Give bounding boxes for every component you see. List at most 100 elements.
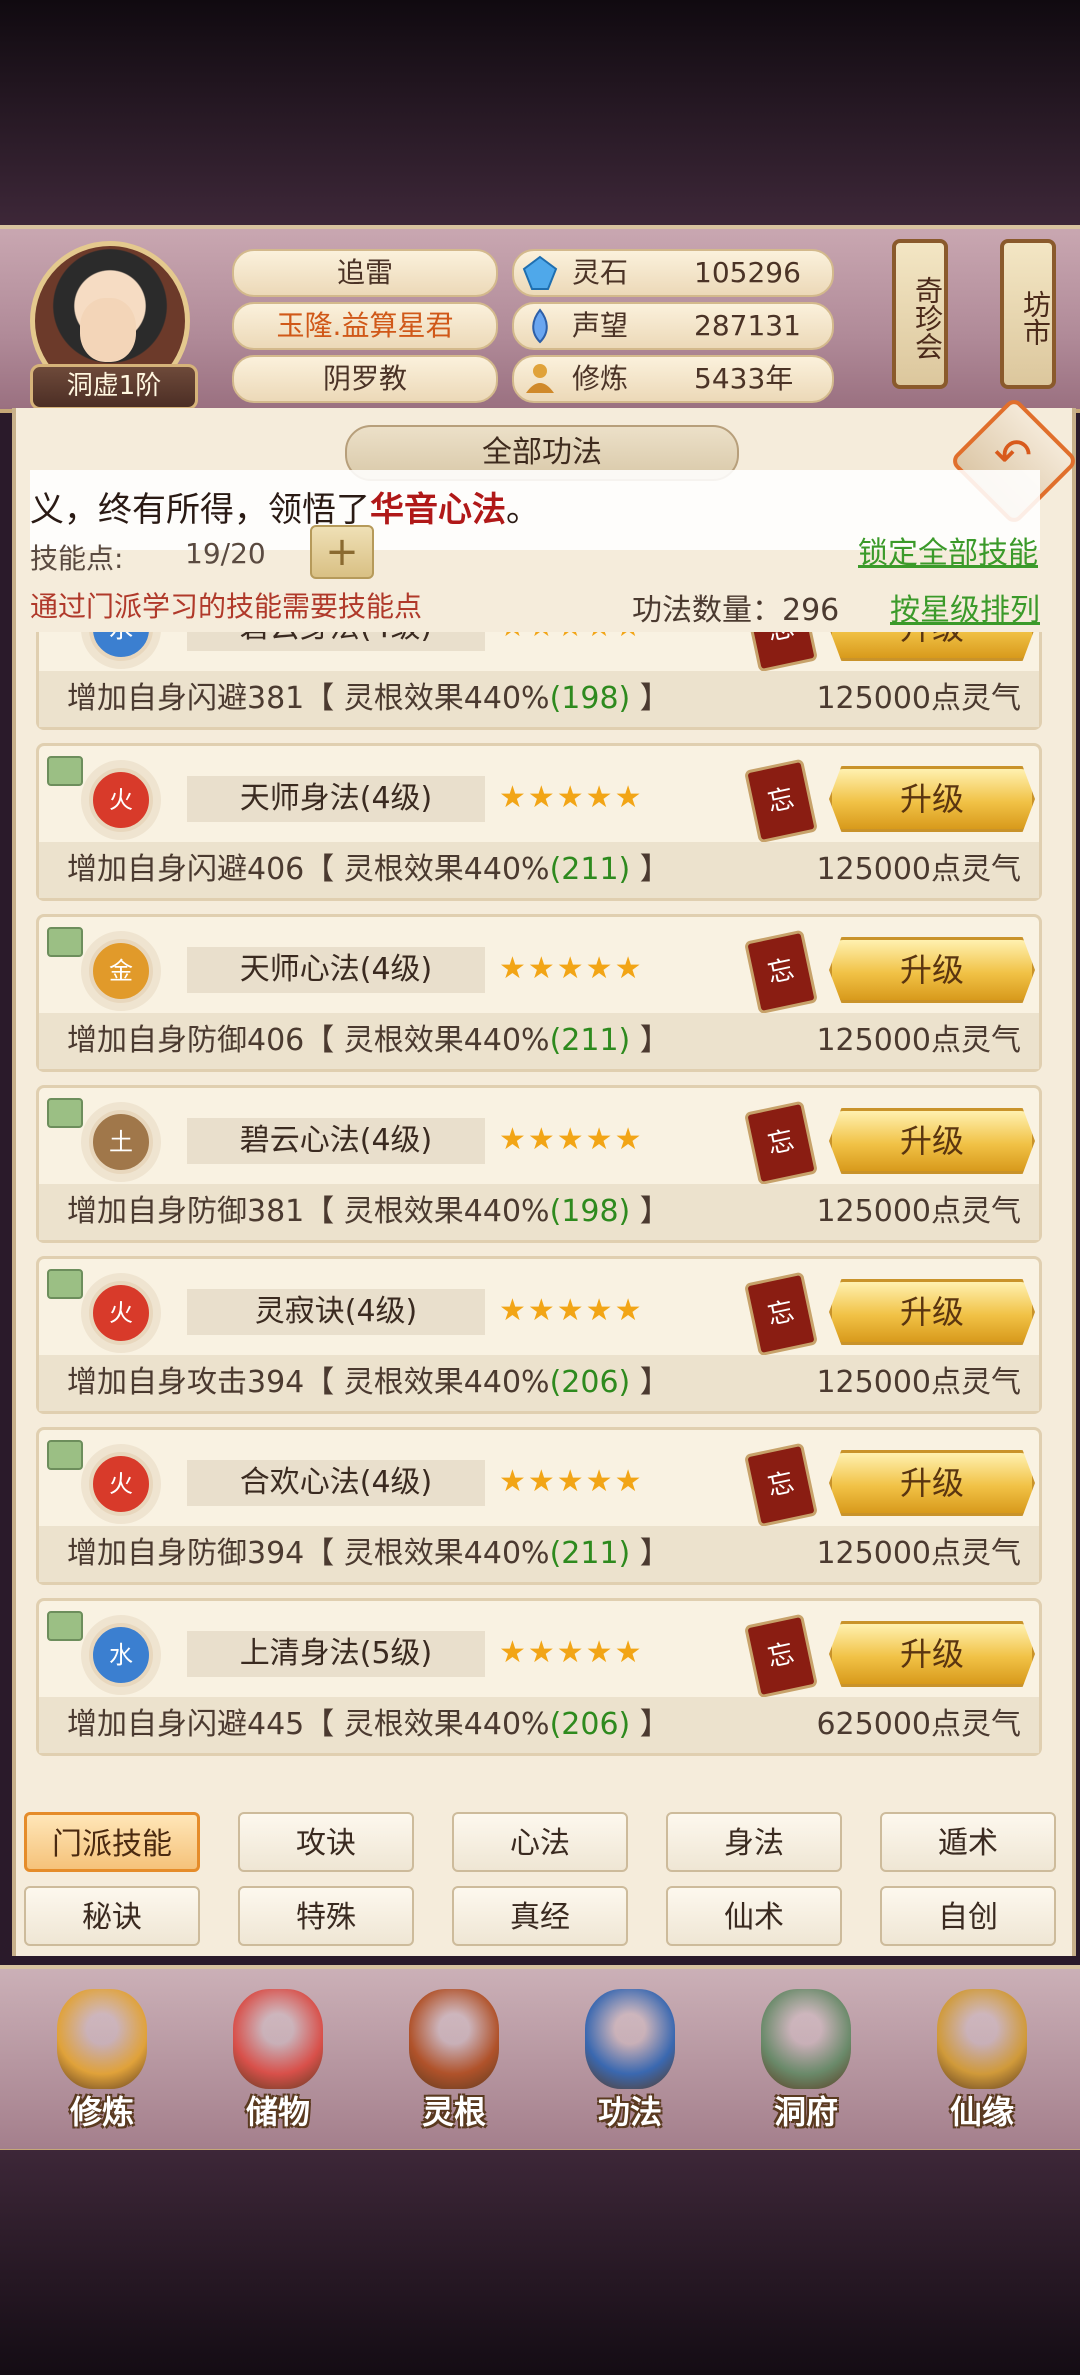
star-rating: ★★★★★ [499, 951, 644, 986]
technique-header: 火 合欢心法(4级) ★★★★★ 忘 升级 [39, 1430, 1039, 1528]
element-badge-icon: 水 [89, 1623, 153, 1687]
upgrade-button[interactable]: 升级 [829, 632, 1035, 661]
element-badge-icon: 火 [89, 1452, 153, 1516]
forget-button[interactable]: 忘 [743, 758, 819, 844]
nav-item[interactable]: 储物 [198, 1969, 358, 2149]
technique-effect-row: 增加自身攻击394【 灵根效果440%(206) 】 125000点灵气 [39, 1355, 1039, 1411]
nav-item[interactable]: 灵根 [374, 1969, 534, 2149]
forget-button[interactable]: 忘 [743, 1613, 819, 1699]
technique-effect-row: 增加自身防御381【 灵根效果440%(198) 】 125000点灵气 [39, 1184, 1039, 1240]
upgrade-button[interactable]: 升级 [829, 1450, 1035, 1516]
nav-label: 洞府 [773, 2093, 838, 2131]
category-tab[interactable]: 秘诀 [24, 1886, 200, 1946]
technique-name: 上清身法(5级) [187, 1631, 485, 1677]
technique-list[interactable]: 水 碧云身法(4级) ★★★★★ 忘 升级 增加自身闪避381【 灵根效果440… [36, 632, 1044, 1790]
nav-item[interactable]: 洞府 [726, 1969, 886, 2149]
upgrade-cost: 125000点灵气 [816, 852, 1021, 887]
skill-point-hint: 通过门派学习的技能需要技能点 [30, 590, 423, 623]
gourd-icon [937, 1989, 1027, 2089]
player-sect: 阴罗教 [232, 355, 498, 403]
technique-name: 天师心法(4级) [187, 947, 485, 993]
lock-icon[interactable] [47, 756, 83, 786]
lock-icon[interactable] [47, 1098, 83, 1128]
upgrade-cost: 625000点灵气 [816, 1707, 1021, 1742]
technique-effect: 增加自身防御394【 灵根效果440%(211) 】 [67, 1536, 670, 1571]
storage-bag-icon [233, 1989, 323, 2089]
lock-icon[interactable] [47, 1440, 83, 1470]
player-title[interactable]: 玉隆.益算星君 [232, 302, 498, 350]
star-rating: ★★★★★ [499, 1464, 644, 1499]
technique-header: 水 上清身法(5级) ★★★★★ 忘 升级 [39, 1601, 1039, 1699]
upgrade-button[interactable]: 升级 [829, 1279, 1035, 1345]
technique-card: 火 灵寂诀(4级) ★★★★★ 忘 升级 增加自身攻击394【 灵根效果440%… [36, 1256, 1042, 1414]
cultivate-icon [57, 1989, 147, 2089]
upgrade-cost: 125000点灵气 [816, 1365, 1021, 1400]
lock-all-skills-link[interactable]: 锁定全部技能 [858, 528, 1038, 572]
add-skill-point-button[interactable]: + [310, 525, 374, 579]
star-rating: ★★★★★ [499, 632, 643, 644]
technique-effect: 增加自身闪避381【 灵根效果440%(198) 】 [67, 681, 670, 716]
forget-button[interactable]: 忘 [743, 929, 819, 1015]
technique-count: 功法数量：296 [632, 593, 840, 628]
technique-effect: 增加自身闪避406【 灵根效果440%(211) 】 [67, 852, 670, 887]
technique-header: 火 灵寂诀(4级) ★★★★★ 忘 升级 [39, 1259, 1039, 1357]
lock-icon[interactable] [47, 927, 83, 957]
technique-card: 水 上清身法(5级) ★★★★★ 忘 升级 增加自身闪避445【 灵根效果440… [36, 1598, 1042, 1756]
category-tab[interactable]: 心法 [452, 1812, 628, 1872]
resource-spirit-stone: 灵石 105296 [512, 249, 834, 297]
category-tab[interactable]: 身法 [666, 1812, 842, 1872]
technique-effect-row: 增加自身防御406【 灵根效果440%(211) 】 125000点灵气 [39, 1013, 1039, 1069]
upgrade-cost: 125000点灵气 [816, 681, 1021, 716]
forget-button[interactable]: 忘 [743, 1442, 819, 1528]
category-tab[interactable]: 门派技能 [24, 1812, 200, 1872]
category-tab[interactable]: 真经 [452, 1886, 628, 1946]
nav-item[interactable]: 修炼 [22, 1969, 182, 2149]
nav-item[interactable]: 仙缘 [902, 1969, 1062, 2149]
lock-icon[interactable] [47, 1611, 83, 1641]
technique-effect: 增加自身防御381【 灵根效果440%(198) 】 [67, 1194, 670, 1229]
star-rating: ★★★★★ [499, 1122, 644, 1157]
technique-card: 火 合欢心法(4级) ★★★★★ 忘 升级 增加自身防御394【 灵根效果440… [36, 1427, 1042, 1585]
upgrade-cost: 125000点灵气 [816, 1194, 1021, 1229]
bottom-navigation: 修炼 储物 灵根 功法 洞府 仙缘 [0, 1965, 1080, 2153]
nav-item[interactable]: 功法 [550, 1969, 710, 2149]
nav-label: 仙缘 [949, 2093, 1014, 2131]
upgrade-button[interactable]: 升级 [829, 766, 1035, 832]
star-rating: ★★★★★ [499, 1635, 644, 1670]
technique-book-icon [585, 1989, 675, 2089]
category-tab[interactable]: 特殊 [238, 1886, 414, 1946]
technique-header: 金 天师心法(4级) ★★★★★ 忘 升级 [39, 917, 1039, 1015]
category-tab[interactable]: 自创 [880, 1886, 1056, 1946]
upgrade-cost: 125000点灵气 [816, 1536, 1021, 1571]
element-badge-icon: 金 [89, 939, 153, 1003]
category-tab[interactable]: 仙术 [666, 1886, 842, 1946]
skill-points-label: 技能点: [30, 542, 124, 575]
technique-effect-row: 增加自身闪避406【 灵根效果440%(211) 】 125000点灵气 [39, 842, 1039, 898]
player-header: 洞虚1阶 追雷 玉隆.益算星君 阴罗教 灵石 105296 声望 287131 … [0, 225, 1080, 413]
sort-by-star-link[interactable]: 按星级排列 [890, 585, 1040, 629]
technique-effect: 增加自身防御406【 灵根效果440%(211) 】 [67, 1023, 670, 1058]
upgrade-button[interactable]: 升级 [829, 1108, 1035, 1174]
category-tab[interactable]: 攻诀 [238, 1812, 414, 1872]
forget-button[interactable]: 忘 [743, 632, 819, 673]
technique-name: 合欢心法(4级) [187, 1460, 485, 1506]
upgrade-button[interactable]: 升级 [829, 1621, 1035, 1687]
element-badge-icon: 水 [89, 632, 153, 661]
category-tab[interactable]: 遁术 [880, 1812, 1056, 1872]
market-button[interactable]: 坊市 [1000, 239, 1056, 389]
technique-card: 火 天师身法(4级) ★★★★★ 忘 升级 增加自身闪避406【 灵根效果440… [36, 743, 1042, 901]
technique-effect-row: 增加自身防御394【 灵根效果440%(211) 】 125000点灵气 [39, 1526, 1039, 1582]
technique-name: 天师身法(4级) [187, 776, 485, 822]
forget-button[interactable]: 忘 [743, 1271, 819, 1357]
top-backdrop [0, 0, 1080, 225]
upgrade-button[interactable]: 升级 [829, 937, 1035, 1003]
nav-label: 功法 [597, 2093, 662, 2131]
lock-icon[interactable] [47, 1269, 83, 1299]
treasure-fair-button[interactable]: 奇珍会 [892, 239, 948, 389]
element-badge-icon: 土 [89, 1110, 153, 1174]
technique-header: 水 碧云身法(4级) ★★★★★ 忘 升级 [39, 632, 1039, 673]
element-badge-icon: 火 [89, 768, 153, 832]
nav-label: 灵根 [421, 2093, 486, 2131]
element-badge-icon: 火 [89, 1281, 153, 1345]
forget-button[interactable]: 忘 [743, 1100, 819, 1186]
